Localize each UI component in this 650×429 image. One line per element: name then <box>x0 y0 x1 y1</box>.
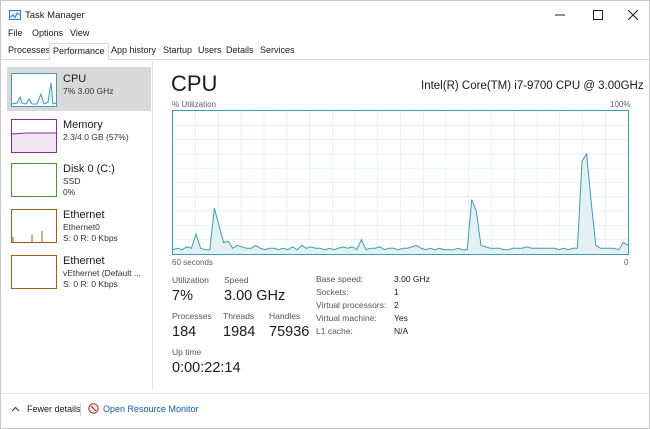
sidebar-memory-name: Memory <box>63 119 103 131</box>
minimize-icon <box>555 14 565 15</box>
speed-label: Speed <box>224 275 249 285</box>
sidebar-item-memory[interactable]: Memory 2.3/4.0 GB (57%) <box>7 113 151 157</box>
sidebar-memory-detail: 2.3/4.0 GB (57%) <box>63 132 129 142</box>
sockets-value: 1 <box>394 287 399 297</box>
menu-file[interactable]: File <box>8 28 23 38</box>
chevron-up-icon[interactable] <box>11 406 20 412</box>
open-resource-monitor-link[interactable]: Open Resource Monitor <box>103 404 199 414</box>
uptime-value: 0:00:22:14 <box>172 360 241 376</box>
menu-options[interactable]: Options <box>32 28 63 38</box>
sidebar-ethernet-1-name: Ethernet <box>63 255 105 267</box>
sidebar-item-ethernet-0[interactable]: Ethernet Ethernet0 S: 0 R: 0 Kbps <box>7 203 151 247</box>
base-speed-label: Base speed: <box>316 274 364 284</box>
sockets-label: Sockets: <box>316 287 349 297</box>
sidebar-item-disk[interactable]: Disk 0 (C:) SSD 0% <box>7 157 151 201</box>
page-title: CPU <box>171 71 218 96</box>
footer-bar: Fewer details Open Resource Monitor <box>1 393 649 423</box>
memory-thumbnail-graph <box>11 119 57 153</box>
processes-value: 184 <box>172 324 197 340</box>
sidebar-ethernet-0-throughput: S: 0 R: 0 Kbps <box>63 233 118 243</box>
sidebar-cpu-name: CPU <box>63 73 87 85</box>
sidebar-cpu-detail: 7% 3.00 GHz <box>63 86 114 96</box>
sidebar-ethernet-0-name: Ethernet <box>63 209 105 221</box>
sidebar-disk-type: SSD <box>63 176 81 186</box>
tab-services[interactable]: Services <box>259 45 296 55</box>
sidebar-disk-name: Disk 0 (C:) <box>63 163 115 175</box>
virtual-machine-value: Yes <box>394 313 408 323</box>
utilization-value: 7% <box>172 288 193 304</box>
disk-thumbnail-graph <box>11 163 57 197</box>
tab-details[interactable]: Details <box>225 45 255 55</box>
virtual-machine-label: Virtual machine: <box>316 313 377 323</box>
virtual-processors-label: Virtual processors: <box>316 300 387 310</box>
zero-value-label: 0 <box>624 258 629 267</box>
menu-view[interactable]: View <box>70 28 89 38</box>
utilization-label: Utilization <box>172 275 209 285</box>
close-icon <box>628 9 638 20</box>
l1-cache-value: N/A <box>394 326 409 336</box>
virtual-processors-value: 2 <box>394 300 399 310</box>
cpu-model-name: Intel(R) Core(TM) i7-9700 CPU @ 3.00GHz <box>421 80 644 92</box>
cpu-chart-svg <box>172 111 629 254</box>
task-manager-icon <box>9 10 21 20</box>
base-speed-value: 3.00 GHz <box>394 274 430 284</box>
menu-bar: File Options View <box>1 28 649 42</box>
sidebar-ethernet-1-throughput: S: 0 R: 0 Kbps <box>63 279 118 289</box>
speed-value: 3.00 GHz <box>224 288 286 304</box>
maximize-button[interactable] <box>578 1 618 28</box>
tab-processes[interactable]: Processes <box>7 45 51 55</box>
threads-label: Threads <box>223 311 255 321</box>
fewer-details-button[interactable]: Fewer details <box>27 404 81 414</box>
uptime-label: Up time <box>172 347 202 357</box>
l1-cache-label: L1 cache: <box>316 326 353 336</box>
window-title: Task Manager <box>25 10 85 21</box>
tab-bar: Processes Performance App history Startu… <box>1 42 649 61</box>
max-value-label: 100% <box>610 100 631 109</box>
task-manager-window: Task Manager File Options View Processes… <box>0 0 650 429</box>
cpu-utilization-graph <box>172 110 629 255</box>
tab-app-history[interactable]: App history <box>110 45 157 55</box>
chart-grid <box>173 111 628 254</box>
threads-value: 1984 <box>223 324 256 340</box>
footer-divider <box>80 403 81 416</box>
sidebar-ethernet-1-adapter: vEthernet (Default ... <box>63 268 141 278</box>
ethernet-thumbnail-graph <box>11 209 57 243</box>
minimize-button[interactable] <box>540 1 580 28</box>
close-button[interactable] <box>613 1 650 28</box>
resource-sidebar: CPU 7% 3.00 GHz Memory 2.3/4.0 GB (57%) … <box>1 61 153 390</box>
tab-startup[interactable]: Startup <box>162 45 193 55</box>
processes-label: Processes <box>172 311 212 321</box>
maximize-icon <box>593 9 603 20</box>
utilization-axis-label: % Utilization <box>172 100 217 109</box>
sidebar-item-cpu[interactable]: CPU 7% 3.00 GHz <box>7 67 151 111</box>
vethernet-thumbnail-graph <box>11 255 57 289</box>
tab-users[interactable]: Users <box>197 45 223 55</box>
handles-label: Handles <box>269 311 301 321</box>
sidebar-ethernet-0-adapter: Ethernet0 <box>63 222 100 232</box>
sidebar-disk-usage: 0% <box>63 187 76 197</box>
time-span-label: 60 seconds <box>172 258 213 267</box>
handles-value: 75936 <box>269 324 310 340</box>
title-bar: Task Manager <box>1 1 649 28</box>
resource-monitor-icon <box>88 403 99 414</box>
sidebar-item-ethernet-1[interactable]: Ethernet vEthernet (Default ... S: 0 R: … <box>7 249 151 293</box>
tab-performance[interactable]: Performance <box>49 43 109 61</box>
cpu-thumbnail-graph <box>11 73 57 107</box>
